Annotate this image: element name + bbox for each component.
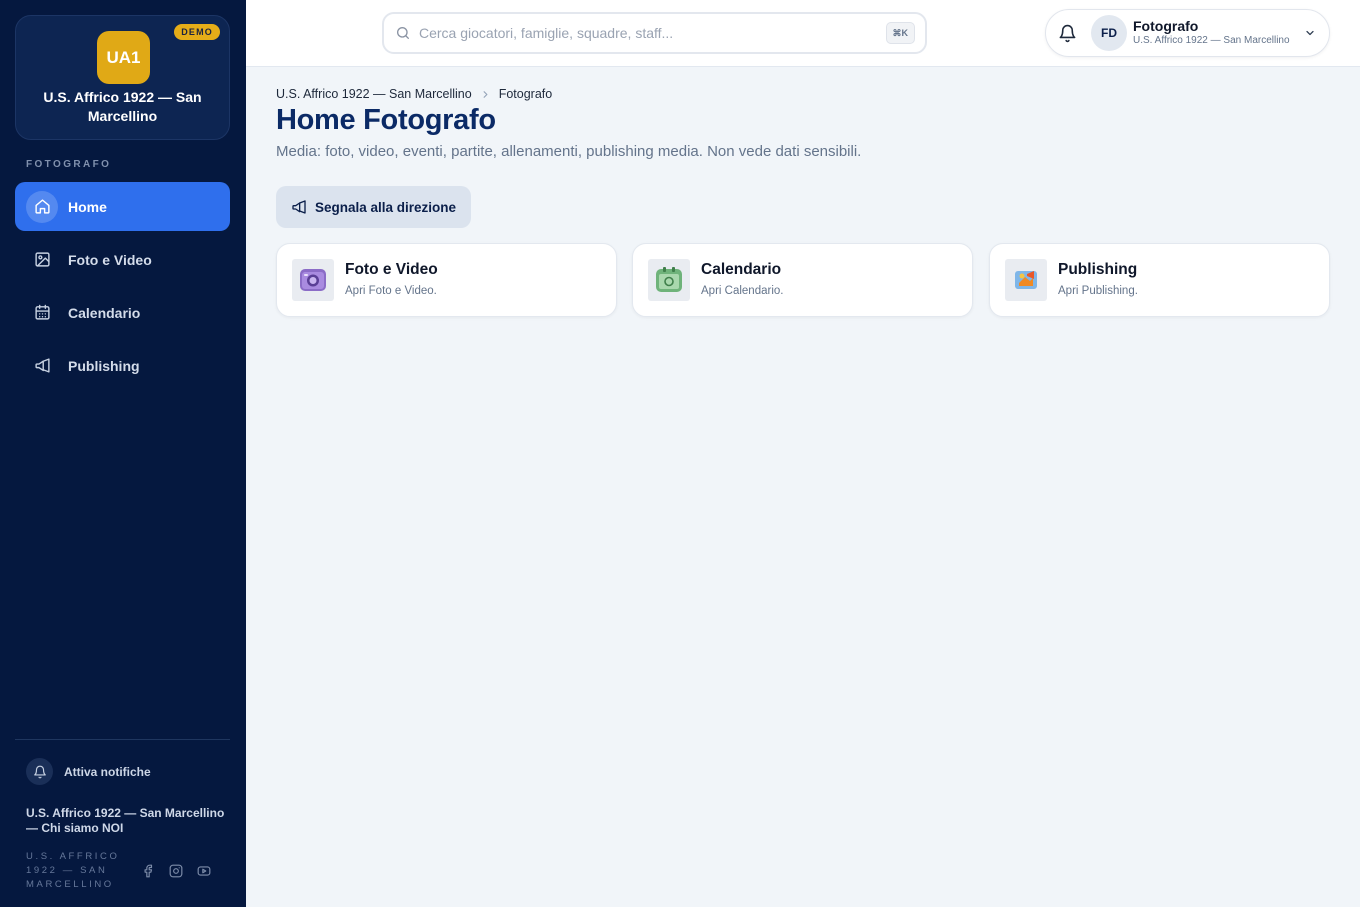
sidebar: DEMO UA1 U.S. Affrico 1922 — San Marcell… <box>0 0 246 907</box>
sidebar-item-label: Calendario <box>68 304 141 321</box>
report-button-label: Segnala alla direzione <box>315 199 457 215</box>
card-foto-e-video[interactable]: Foto e Video Apri Foto e Video. <box>276 243 617 317</box>
search-input[interactable] <box>419 25 879 41</box>
page-title: Home Fotografo <box>276 104 496 136</box>
megaphone-icon <box>26 350 58 382</box>
card-calendario[interactable]: Calendario Apri Calendario. <box>632 243 973 317</box>
avatar: FD <box>1091 15 1127 51</box>
calendar-app-icon <box>648 259 690 301</box>
breadcrumb-club[interactable]: U.S. Affrico 1922 — San Marcellino <box>276 87 472 101</box>
user-menu[interactable]: FD Fotografo U.S. Affrico 1922 — San Mar… <box>1045 9 1330 57</box>
publishing-icon <box>1005 259 1047 301</box>
chevron-down-icon <box>1304 27 1316 39</box>
home-icon <box>26 190 58 223</box>
footer-club-name: U.S. Affrico 1922 — San Marcellino — Chi… <box>26 806 225 835</box>
search-box[interactable]: ⌘K <box>382 12 927 54</box>
search-shortcut-hint: ⌘K <box>885 22 915 44</box>
enable-notifications-button[interactable]: Attiva notifiche <box>26 758 151 785</box>
sidebar-item-foto-e-video[interactable]: Foto e Video <box>15 235 230 284</box>
demo-badge: DEMO <box>174 24 220 40</box>
facebook-icon[interactable] <box>140 863 156 879</box>
megaphone-icon <box>292 200 306 214</box>
sidebar-item-home[interactable]: Home <box>15 182 230 231</box>
card-title: Publishing <box>1058 261 1138 278</box>
top-bar: ⌘K FD Fotografo U.S. Affrico 1922 — San … <box>246 0 1360 67</box>
card-publishing[interactable]: Publishing Apri Publishing. <box>989 243 1330 317</box>
card-description: Apri Foto e Video. <box>345 285 437 297</box>
calendar-icon <box>26 297 58 329</box>
chevron-right-icon <box>480 89 491 100</box>
sidebar-divider <box>15 739 230 740</box>
social-links <box>140 863 212 879</box>
image-icon <box>26 244 58 276</box>
notifications-bell-icon[interactable] <box>1056 22 1078 44</box>
card-title: Calendario <box>701 261 782 278</box>
footer-caption: U.S. AFFRICO 1922 — SAN MARCELLINO <box>26 851 120 890</box>
club-card: DEMO UA1 U.S. Affrico 1922 — San Marcell… <box>15 15 230 140</box>
notifications-label: Attiva notifiche <box>64 764 151 779</box>
instagram-icon[interactable] <box>168 863 184 879</box>
page-subtitle: Media: foto, video, eventi, partite, all… <box>276 143 862 160</box>
sidebar-item-publishing[interactable]: Publishing <box>15 341 230 390</box>
card-description: Apri Publishing. <box>1058 285 1138 297</box>
bell-icon <box>26 758 53 785</box>
sidebar-section-label: FOTOGRAFO <box>26 159 112 170</box>
breadcrumb-current: Fotografo <box>498 87 553 101</box>
camera-icon <box>292 259 334 301</box>
sidebar-item-label: Publishing <box>68 357 140 374</box>
club-logo: UA1 <box>97 31 150 84</box>
club-name: U.S. Affrico 1922 — San Marcellino <box>43 89 202 124</box>
user-role: Fotografo <box>1133 18 1199 34</box>
sidebar-item-calendario[interactable]: Calendario <box>15 288 230 337</box>
card-description: Apri Calendario. <box>701 285 784 297</box>
sidebar-item-label: Foto e Video <box>68 251 152 268</box>
sidebar-item-label: Home <box>68 198 107 215</box>
card-title: Foto e Video <box>345 261 438 278</box>
breadcrumb: U.S. Affrico 1922 — San Marcellino Fotog… <box>276 87 552 101</box>
report-to-management-button[interactable]: Segnala alla direzione <box>276 186 472 228</box>
youtube-icon[interactable] <box>196 863 212 879</box>
user-club: U.S. Affrico 1922 — San Marcellino <box>1133 35 1290 46</box>
search-icon <box>395 25 411 41</box>
